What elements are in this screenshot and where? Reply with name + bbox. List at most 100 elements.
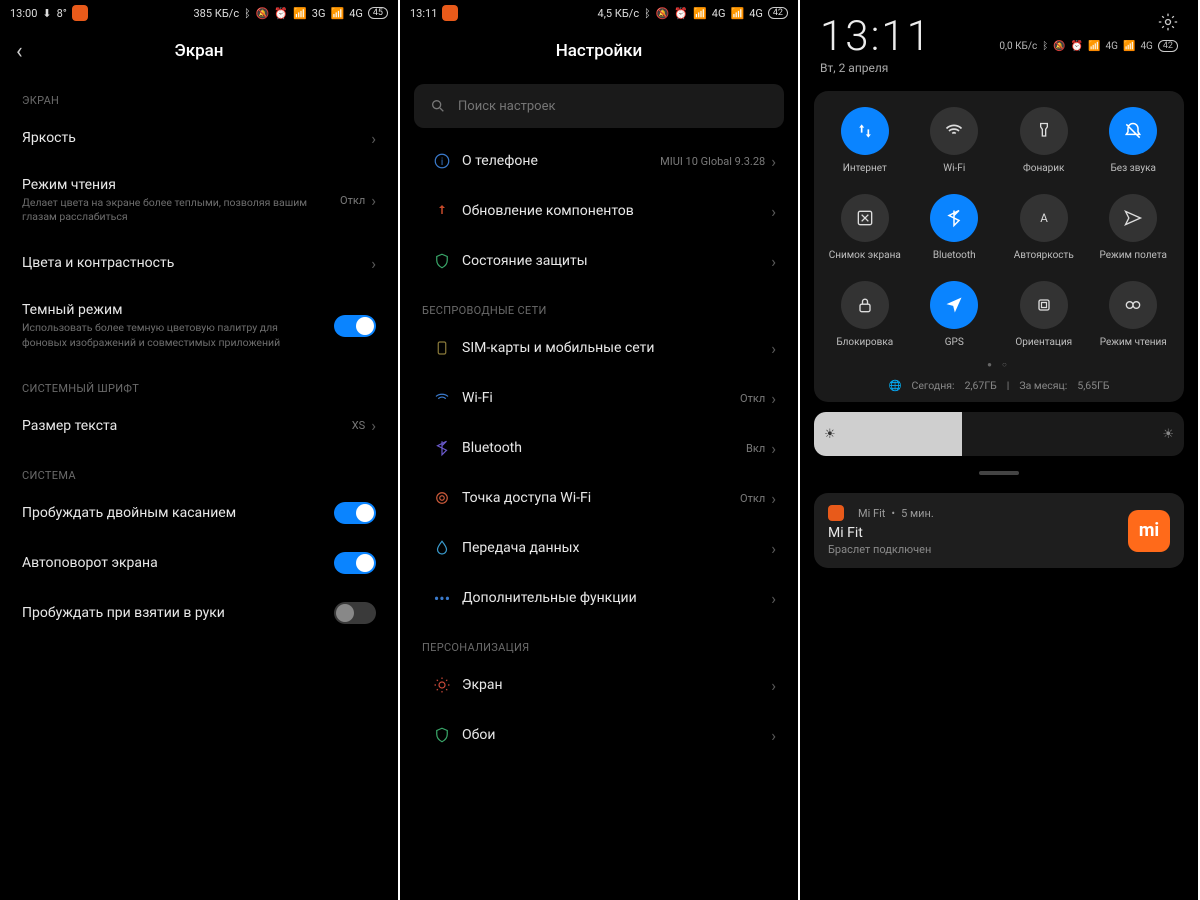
brightness-row[interactable]: Яркость › [0, 113, 398, 163]
mute-icon: 🔕 [256, 7, 270, 20]
notification-card[interactable]: Mi Fit • 5 мин. Mi Fit Браслет подключен… [814, 493, 1184, 568]
row-label: Темный режим [22, 302, 334, 318]
doubletap-toggle[interactable] [334, 502, 376, 524]
qs-tile-снимок-экрана[interactable]: Снимок экрана [820, 194, 910, 261]
reading-mode-row[interactable]: Режим чтения Делает цвета на экране боле… [0, 163, 398, 238]
wallpaper-row[interactable]: Обои › [400, 710, 798, 760]
net-type-1: 3G [312, 7, 326, 20]
quick-settings-grid: Интернет Wi-FiФонарикБез звука Снимок экра… [820, 107, 1178, 348]
data-rate: 0,0 КБ/с [999, 41, 1037, 52]
row-label: Экран [462, 677, 771, 693]
net-type-2: 4G [749, 7, 763, 20]
row-label: Пробуждать при взятии в руки [22, 605, 334, 621]
sim-icon [433, 339, 451, 357]
bluetooth-row[interactable]: Bluetooth Вкл › [400, 423, 798, 473]
net-type-2: 4G [1140, 41, 1152, 52]
alarm-icon: ⏰ [274, 7, 288, 20]
mifit-small-icon [828, 505, 844, 521]
signal-icon: 📶 [1088, 41, 1100, 52]
autorotate-toggle[interactable] [334, 552, 376, 574]
info-icon: i [433, 152, 451, 170]
qs-tile-bluetooth[interactable]: Bluetooth [910, 194, 1000, 261]
temperature: 8° [57, 7, 67, 20]
dark-mode-toggle[interactable] [334, 315, 376, 337]
qs-tile-label: Интернет [843, 163, 887, 174]
raise-to-wake-row: Пробуждать при взятии в руки [0, 588, 398, 638]
data-usage-footer[interactable]: 🌐 Сегодня: 2,67ГБ | За месяц: 5,65ГБ [820, 379, 1178, 392]
qs-tile-блокировка[interactable]: Блокировка [820, 281, 910, 348]
sim-row[interactable]: SIM-карты и мобильные сети › [400, 323, 798, 373]
section-system: СИСТЕМА [0, 451, 398, 488]
doubletap-wake-row: Пробуждать двойным касанием [0, 488, 398, 538]
row-label: Режим чтения [22, 177, 340, 193]
row-label: Обновление компонентов [462, 203, 771, 219]
qs-tile-label: Блокировка [836, 337, 893, 348]
status-bar: 13:00 ⬇ 8° 385 КБ/с ᛒ 🔕 ⏰ 📶 3G 📶 4G 45 [0, 0, 398, 26]
chevron-right-icon: › [771, 489, 776, 508]
header: Настройки [400, 26, 798, 76]
row-label: Яркость [22, 130, 371, 146]
qs-tile-icon [930, 194, 978, 242]
gear-icon[interactable] [1158, 12, 1178, 32]
qs-tile-wi-fi[interactable]: Wi-Fi [910, 107, 1000, 174]
row-label: Размер текста [22, 418, 352, 434]
update-row[interactable]: Обновление компонентов › [400, 186, 798, 236]
qs-tile-режим-полета[interactable]: Режим полета [1089, 194, 1179, 261]
qs-tile-icon [841, 107, 889, 155]
brightness-fill [814, 412, 962, 456]
sun-low-icon: ☀ [824, 427, 836, 442]
text-size-row[interactable]: Размер текста XS › [0, 401, 398, 451]
search-bar[interactable] [414, 84, 784, 128]
shade-date: Вт, 2 апреля [820, 61, 932, 75]
brightness-slider[interactable]: ☀ ☀ [814, 412, 1184, 456]
chevron-right-icon: › [371, 191, 376, 210]
display-row[interactable]: Экран › [400, 660, 798, 710]
qs-tile-icon: A [1020, 194, 1068, 242]
chevron-right-icon: › [371, 254, 376, 273]
row-subtitle: Использовать более темную цветовую палит… [22, 321, 312, 349]
bluetooth-icon: ᛒ [1042, 41, 1048, 52]
sun-icon [433, 676, 451, 694]
row-label: Цвета и контрастность [22, 255, 371, 271]
qs-tile-gps[interactable]: GPS [910, 281, 1000, 348]
page-title: Экран [0, 41, 398, 61]
qs-tile-без-звука[interactable]: Без звука [1089, 107, 1179, 174]
qs-tile-label: Режим полета [1100, 250, 1167, 261]
display-settings-screen: 13:00 ⬇ 8° 385 КБ/с ᛒ 🔕 ⏰ 📶 3G 📶 4G 45 ‹… [0, 0, 400, 900]
qs-tile-автояркость[interactable]: AАвтояркость [999, 194, 1089, 261]
raise-wake-toggle[interactable] [334, 602, 376, 624]
row-label: Обои [462, 727, 771, 743]
colors-row[interactable]: Цвета и контрастность › [0, 238, 398, 288]
notif-app-name: Mi Fit [858, 507, 885, 520]
qs-tile-режим-чтения[interactable]: Режим чтения [1089, 281, 1179, 348]
more-func-row[interactable]: ••• Дополнительные функции › [400, 573, 798, 623]
hotspot-icon [433, 489, 451, 507]
qs-tile-label: Снимок экрана [829, 250, 901, 261]
hotspot-row[interactable]: Точка доступа Wi-Fi Откл › [400, 473, 798, 523]
data-transfer-row[interactable]: Передача данных › [400, 523, 798, 573]
qs-tile-интернет[interactable]: Интернет [820, 107, 910, 174]
settings-main-screen: 13:11 4,5 КБ/с ᛒ 🔕 ⏰ 📶 4G 📶 4G 42 Настро… [400, 0, 800, 900]
search-icon [430, 98, 446, 114]
notification-shade-screen: 13:11 Вт, 2 апреля 0,0 КБ/с ᛒ 🔕 ⏰ 📶 4G 📶… [800, 0, 1200, 900]
more-icon: ••• [434, 589, 450, 608]
bluetooth-icon: ᛒ [244, 7, 251, 20]
battery: 42 [768, 7, 788, 19]
wifi-row[interactable]: Wi-Fi Откл › [400, 373, 798, 423]
row-label: Wi-Fi [462, 390, 740, 406]
mute-icon: 🔕 [1053, 41, 1065, 52]
row-label: О телефоне [462, 153, 660, 169]
usage-today-value: 2,67ГБ [965, 379, 997, 392]
search-input[interactable] [458, 99, 768, 114]
drag-handle[interactable] [800, 460, 1198, 479]
security-row[interactable]: Состояние защиты › [400, 236, 798, 286]
qs-tile-label: Ориентация [1015, 337, 1072, 348]
row-label: SIM-карты и мобильные сети [462, 340, 771, 356]
qs-tile-ориентация[interactable]: Ориентация [999, 281, 1089, 348]
row-value: XS [352, 419, 365, 432]
qs-tile-фонарик[interactable]: Фонарик [999, 107, 1089, 174]
about-phone-row[interactable]: i О телефоне MIUI 10 Global 9.3.28 › [400, 136, 798, 186]
section-screen: ЭКРАН [0, 76, 398, 113]
svg-text:A: A [1040, 211, 1048, 225]
autorotate-row: Автоповорот экрана [0, 538, 398, 588]
